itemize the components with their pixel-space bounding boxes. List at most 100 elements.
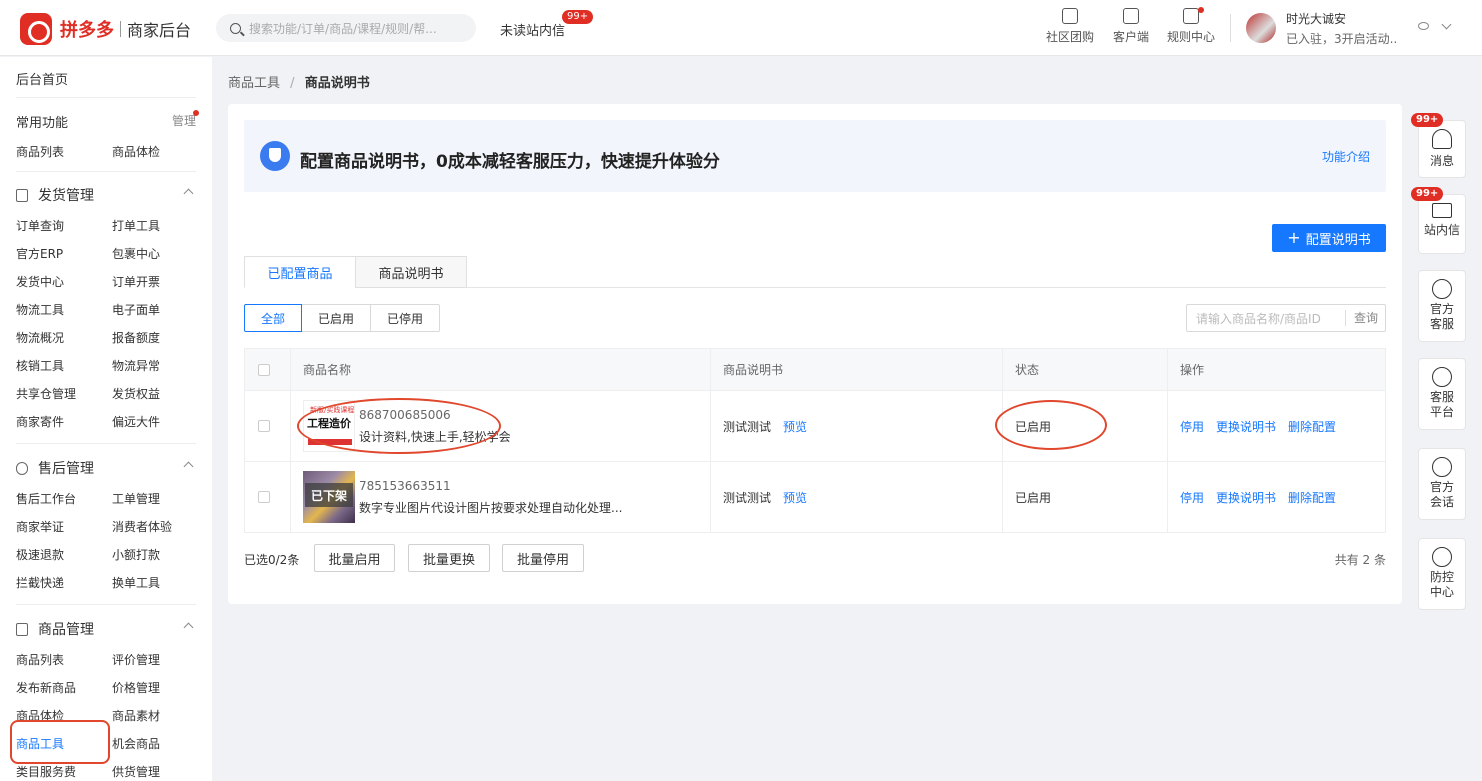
logo[interactable]: 拼多多 商家后台 (20, 13, 191, 45)
sidebar-item-review-management[interactable]: 评价管理 (112, 651, 160, 668)
preview-link[interactable]: 预览 (783, 489, 807, 506)
sidebar-item-ticket-management[interactable]: 工单管理 (112, 490, 160, 507)
configure-manual-button[interactable]: + 配置说明书 (1272, 224, 1386, 252)
sidebar-item-common-product-check[interactable]: 商品体检 (112, 143, 160, 160)
sidebar-item-common-product-list[interactable]: 商品列表 (16, 143, 64, 160)
float-official-chat-button[interactable]: 官方会话 (1418, 448, 1466, 520)
sidebar-item-product-list[interactable]: 商品列表 (16, 651, 64, 668)
client-button[interactable]: 客户端 (1113, 8, 1149, 45)
sidebar-item-fast-refund[interactable]: 极速退款 (16, 546, 64, 563)
filter-enabled[interactable]: 已启用 (301, 304, 371, 332)
disable-link[interactable]: 停用 (1180, 489, 1204, 506)
common-manage-link[interactable]: 管理 (172, 112, 196, 129)
section-shipping-header[interactable]: 发货管理 (16, 185, 196, 205)
manual-cell: 测试测试 预览 (723, 462, 807, 532)
float-messages-button[interactable]: 99+ 消息 (1411, 113, 1466, 178)
sidebar-item-shared-warehouse[interactable]: 共享仓管理 (16, 385, 76, 402)
tab-configured-products[interactable]: 已配置商品 (244, 256, 356, 288)
sidebar-item-opportunity-products[interactable]: 机会商品 (112, 735, 160, 752)
sidebar-item-shipping-rights[interactable]: 发货权益 (112, 385, 160, 402)
avatar[interactable] (1246, 13, 1276, 43)
global-search-input[interactable]: 搜索功能/订单/商品/课程/规则/帮... (216, 14, 476, 42)
sidebar-item-replace-order[interactable]: 换单工具 (112, 574, 160, 591)
float-service-platform-button[interactable]: 客服平台 (1418, 358, 1466, 430)
column-divider (1167, 462, 1168, 532)
sidebar-item-consumer-experience[interactable]: 消费者体验 (112, 518, 172, 535)
sidebar-item-order-invoice[interactable]: 订单开票 (112, 273, 160, 290)
float-risk-control-button[interactable]: 防控中心 (1418, 538, 1466, 610)
sidebar-item-logistics-tool[interactable]: 物流工具 (16, 301, 64, 318)
sidebar-item-shipping-center[interactable]: 发货中心 (16, 273, 64, 290)
replace-manual-link[interactable]: 更换说明书 (1216, 489, 1276, 506)
section-product-header[interactable]: 商品管理 (16, 619, 196, 639)
filter-disabled[interactable]: 已停用 (370, 304, 440, 332)
sidebar-item-official-erp[interactable]: 官方ERP (16, 245, 63, 262)
delete-config-link[interactable]: 删除配置 (1288, 489, 1336, 506)
row-checkbox[interactable] (258, 420, 270, 432)
query-button[interactable]: 查询 (1345, 310, 1385, 326)
tab-product-manual[interactable]: 商品说明书 (355, 256, 467, 288)
sidebar-item-intercept-express[interactable]: 拦截快递 (16, 574, 64, 591)
unread-badge: 99+ (562, 10, 594, 24)
sidebar-item-verify-tool[interactable]: 核销工具 (16, 357, 64, 374)
column-divider (1002, 349, 1003, 390)
sidebar-item-print-tool[interactable]: 打单工具 (112, 217, 160, 234)
section-after-sales-header[interactable]: 售后管理 (16, 458, 196, 478)
header-divider (1230, 14, 1231, 42)
row-checkbox[interactable] (258, 491, 270, 503)
filter-all[interactable]: 全部 (244, 304, 302, 332)
chevron-down-icon[interactable] (1441, 19, 1452, 30)
sidebar-item-product-materials[interactable]: 商品素材 (112, 707, 160, 724)
sidebar-item-category-fee[interactable]: 类目服务费 (16, 763, 76, 780)
sidebar-item-price-management[interactable]: 价格管理 (112, 679, 160, 696)
product-name[interactable]: 数字专业图片代设计图片按要求处理自动化处理... (359, 499, 622, 516)
eye-icon[interactable] (1418, 22, 1429, 30)
product-thumbnail[interactable]: 已下架 (303, 471, 355, 523)
sidebar-item-small-payment[interactable]: 小额打款 (112, 546, 160, 563)
configure-manual-label: 配置说明书 (1305, 232, 1371, 248)
batch-replace-button[interactable]: 批量更换 (408, 544, 490, 572)
sidebar-item-publish-product[interactable]: 发布新商品 (16, 679, 76, 696)
section-after-sales-title: 售后管理 (38, 461, 94, 477)
sidebar-item-remote-large[interactable]: 偏远大件 (112, 413, 160, 430)
sidebar-item-supply-management[interactable]: 供货管理 (112, 763, 160, 780)
float-official-service-button[interactable]: 官方客服 (1418, 270, 1466, 342)
column-divider (290, 349, 291, 390)
rules-center-button[interactable]: 规则中心 (1167, 8, 1215, 45)
sidebar-item-logistics-overview[interactable]: 物流概况 (16, 329, 64, 346)
community-group-buy-button[interactable]: 社区团购 (1046, 8, 1094, 45)
sidebar-item-report-quota[interactable]: 报备额度 (112, 329, 160, 346)
product-id: 785153663511 (359, 478, 451, 493)
sidebar-item-after-sales-workbench[interactable]: 售后工作台 (16, 490, 76, 507)
batch-disable-button[interactable]: 批量停用 (502, 544, 584, 572)
product-search-input[interactable]: 请输入商品名称/商品ID 查询 (1186, 304, 1386, 332)
sidebar-item-e-waybill[interactable]: 电子面单 (112, 301, 160, 318)
sidebar-divider (16, 443, 196, 444)
unread-messages-link[interactable]: 未读站内信 (500, 20, 565, 39)
breadcrumb-parent[interactable]: 商品工具 (228, 76, 280, 91)
sidebar-item-package-center[interactable]: 包裹中心 (112, 245, 160, 262)
column-divider (1167, 349, 1168, 390)
breadcrumb-separator: / (290, 76, 295, 91)
disable-link[interactable]: 停用 (1180, 418, 1204, 435)
preview-link[interactable]: 预览 (783, 418, 807, 435)
sidebar-item-home[interactable]: 后台首页 (16, 69, 68, 88)
float-risk-control-label: 防控中心 (1429, 570, 1454, 599)
search-icon (230, 22, 241, 34)
sidebar-item-merchant-send[interactable]: 商家寄件 (16, 413, 64, 430)
sidebar-item-order-query[interactable]: 订单查询 (16, 217, 64, 234)
shop-name[interactable]: 时光大诚安 (1286, 10, 1396, 27)
column-divider (1002, 462, 1003, 532)
messages-badge: 99+ (1411, 113, 1444, 127)
replace-manual-link[interactable]: 更换说明书 (1216, 418, 1276, 435)
row-select-cell (258, 391, 270, 461)
manual-cell: 测试测试 预览 (723, 391, 807, 461)
sidebar-item-merchant-evidence[interactable]: 商家举证 (16, 518, 64, 535)
delete-config-link[interactable]: 删除配置 (1288, 418, 1336, 435)
batch-enable-button[interactable]: 批量启用 (314, 544, 395, 572)
actions-cell: 停用 更换说明书 删除配置 (1180, 391, 1348, 461)
float-inbox-button[interactable]: 99+ 站内信 (1411, 187, 1466, 254)
feature-intro-link[interactable]: 功能介绍 (1322, 148, 1370, 165)
sidebar-item-logistics-exception[interactable]: 物流异常 (112, 357, 160, 374)
select-all-checkbox[interactable] (258, 363, 270, 376)
